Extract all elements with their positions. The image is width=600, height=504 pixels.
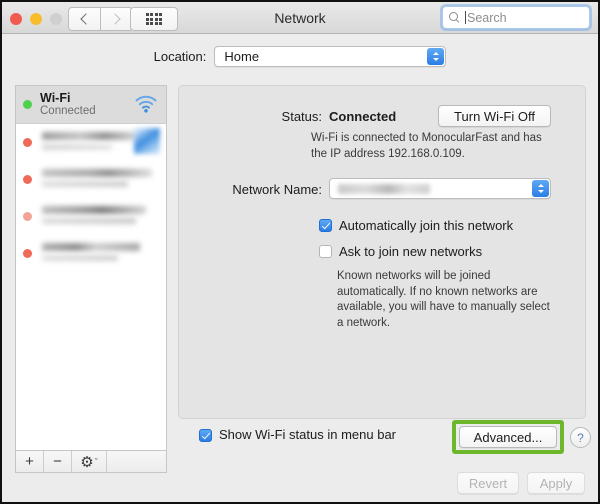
gear-icon: ⚙ <box>80 453 94 471</box>
text-cursor <box>465 11 466 24</box>
status-label: Status: <box>281 109 322 124</box>
toggle-wifi-button[interactable]: Turn Wi-Fi Off <box>438 105 551 127</box>
list-item[interactable] <box>16 198 166 235</box>
status-dot-green <box>23 100 32 109</box>
redacted-label <box>42 132 138 140</box>
network-name-popup-button[interactable] <box>329 178 551 199</box>
ask-join-label: Ask to join new networks <box>339 244 483 259</box>
help-button[interactable]: ? <box>570 427 591 448</box>
auto-join-checkbox[interactable] <box>319 219 332 232</box>
list-item[interactable] <box>16 124 166 161</box>
ask-join-checkbox-row[interactable]: Ask to join new networks <box>319 244 482 259</box>
status-dot-red <box>23 212 32 221</box>
service-actions-button[interactable]: ⚙ ˇ <box>72 451 107 472</box>
auto-join-checkbox-row[interactable]: Automatically join this network <box>319 218 513 233</box>
revert-button: Revert <box>457 472 519 494</box>
ask-join-checkbox[interactable] <box>319 245 332 258</box>
auto-join-label: Automatically join this network <box>339 218 514 233</box>
redacted-sublabel <box>42 218 136 224</box>
search-field[interactable]: Search <box>442 6 590 29</box>
apply-button: Apply <box>527 472 585 494</box>
redacted-label <box>42 243 140 251</box>
status-description: Wi-Fi is connected to MonocularFast and … <box>311 132 542 160</box>
sidebar-item-wifi[interactable]: Wi-Fi Connected <box>16 86 166 124</box>
services-toolbar: + − ⚙ ˇ <box>15 451 167 473</box>
stepper-icon[interactable] <box>427 48 445 65</box>
services-list[interactable]: Wi-Fi Connected <box>15 85 167 451</box>
list-item[interactable] <box>16 235 166 272</box>
location-row: Location: Home <box>2 46 598 67</box>
wifi-service-state: Connected <box>40 105 96 118</box>
redacted-sublabel <box>42 181 128 187</box>
status-dot-red <box>23 249 32 258</box>
status-dot-red <box>23 138 32 147</box>
advanced-button[interactable]: Advanced... <box>459 426 557 448</box>
add-service-button[interactable]: + <box>16 451 44 472</box>
network-name-label: Network Name: <box>232 182 322 197</box>
join-help-text: Known networks will be joined automatica… <box>337 270 550 329</box>
title-bar: Network Search <box>2 2 598 34</box>
show-status-label: Show Wi-Fi status in menu bar <box>219 427 397 442</box>
location-label: Location: <box>153 49 207 64</box>
network-preferences-window: Network Search Location: Home Wi-Fi Conn… <box>0 0 600 504</box>
status-value: Connected <box>329 109 397 124</box>
wifi-service-name: Wi-Fi <box>40 90 71 105</box>
wifi-icon <box>135 95 157 113</box>
redacted-sublabel <box>42 255 118 261</box>
redacted-label <box>42 206 146 214</box>
wifi-settings-panel: Status: Connected Turn Wi-Fi Off Wi-Fi i… <box>178 85 586 419</box>
redacted-service-icon <box>134 128 160 154</box>
search-placeholder: Search <box>467 10 507 25</box>
location-popup-button[interactable]: Home <box>214 46 447 67</box>
chevron-down-icon: ˇ <box>94 456 98 467</box>
location-value: Home <box>224 49 260 64</box>
stepper-icon[interactable] <box>532 180 549 197</box>
menu-bar-checkbox-row[interactable]: Show Wi-Fi status in menu bar <box>199 427 396 442</box>
redacted-network-name <box>338 184 430 194</box>
remove-service-button[interactable]: − <box>44 451 72 472</box>
list-item[interactable] <box>16 161 166 198</box>
show-status-checkbox[interactable] <box>199 428 212 442</box>
redacted-sublabel <box>42 144 112 150</box>
status-dot-red <box>23 175 32 184</box>
redacted-label <box>42 169 152 177</box>
search-icon <box>449 12 460 23</box>
